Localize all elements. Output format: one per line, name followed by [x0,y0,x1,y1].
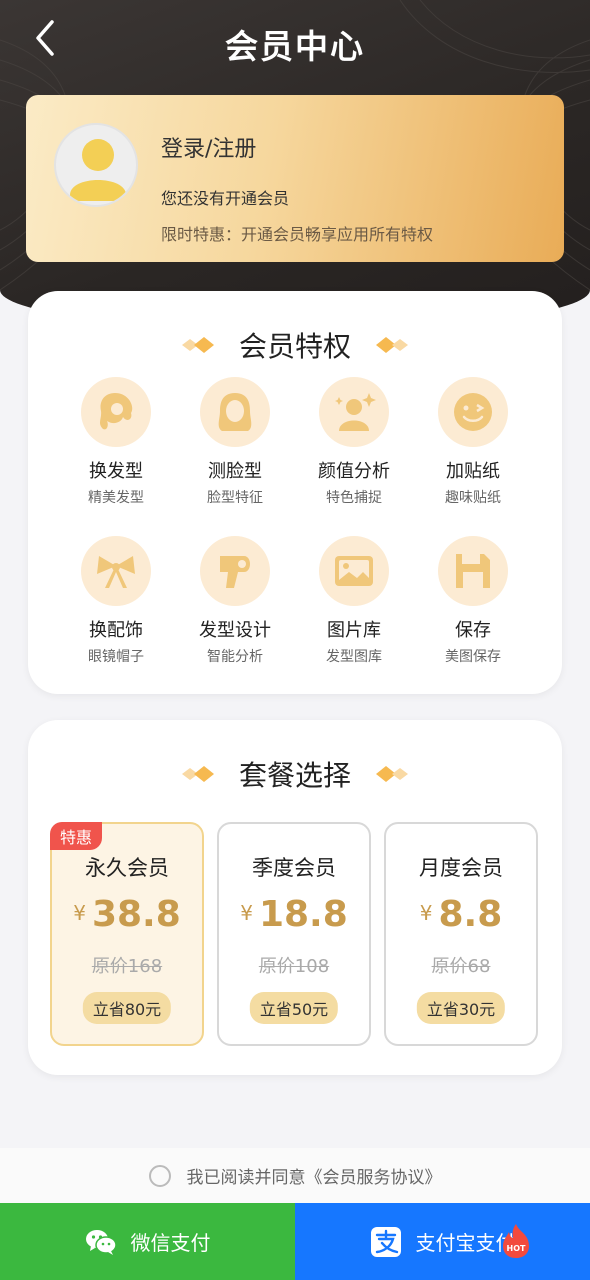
agreement-checkbox[interactable] [148,1164,171,1187]
package-monthly[interactable]: 月度会员 ¥8.8 原价68 立省30元 [384,822,538,1046]
privilege-beauty-analysis[interactable]: 颜值分析 特色捕捉 [294,377,414,507]
savings-badge: 立省30元 [416,992,506,1024]
privilege-hairstyle[interactable]: 换发型 精美发型 [56,377,176,507]
original-price: 原价68 [431,956,491,977]
svg-text:HOT: HOT [507,1244,526,1253]
diamond-deco-icon [182,766,215,782]
package-price: ¥8.8 [419,894,503,935]
wechat-pay-label: 微信支付 [130,1231,211,1255]
login-register-link[interactable]: 登录/注册 [161,131,256,163]
package-price: ¥18.8 [240,894,348,935]
privilege-save[interactable]: 保存 美图保存 [413,536,533,666]
membership-status: 您还没有开通会员 [161,189,290,208]
top-bar: 会员中心 [0,0,590,86]
alipay-button[interactable]: 支付宝支付 HOT [295,1203,590,1280]
page-title: 会员中心 [225,27,365,66]
diamond-deco-icon [375,766,408,782]
wechat-icon [85,1229,117,1255]
save-icon [456,554,490,588]
package-lifetime[interactable]: 特惠 永久会员 ¥38.8 原价168 立省80元 [50,822,204,1046]
image-icon [335,556,373,586]
privilege-hair-design[interactable]: 发型设计 智能分析 [175,536,295,666]
promo-text: 限时特惠：开通会员畅享应用所有特权 [161,225,434,244]
package-quarterly[interactable]: 季度会员 ¥18.8 原价108 立省50元 [217,822,371,1046]
hair-dryer-icon [220,556,250,588]
savings-badge: 立省50元 [249,992,339,1024]
agreement-link[interactable]: 我已阅读并同意《会员服务协议》 [187,1163,442,1188]
privilege-sticker[interactable]: 加贴纸 趣味贴纸 [413,377,533,507]
diamond-deco-icon [182,337,215,353]
packages-heading: 套餐选择 [28,754,562,794]
face-shape-icon [218,393,252,431]
hot-flame-icon: HOT [503,1224,529,1258]
beauty-analysis-icon [335,393,376,431]
privileges-card: 会员特权 换发型 精美发型 测脸型 脸型特征 颜值分析 特色捕捉 加贴纸 趣味贴… [28,291,562,694]
agreement-row: 我已阅读并同意《会员服务协议》 [0,1148,590,1203]
avatar[interactable] [54,123,138,207]
privilege-accessories[interactable]: 换配饰 眼镜帽子 [56,536,176,666]
user-icon [70,139,126,201]
savings-badge: 立省80元 [82,992,172,1024]
discount-badge: 特惠 [50,822,103,850]
user-card: 登录/注册 您还没有开通会员 限时特惠：开通会员畅享应用所有特权 [26,95,564,262]
packages-card: 套餐选择 特惠 永久会员 ¥38.8 原价168 立省80元 季度会员 ¥18.… [28,720,562,1075]
original-price: 原价108 [258,956,330,977]
privilege-face-shape[interactable]: 测脸型 脸型特征 [175,377,295,507]
original-price: 原价168 [91,956,163,977]
alipay-icon [370,1226,401,1257]
privilege-gallery[interactable]: 图片库 发型图库 [294,536,414,666]
payment-bar: 微信支付 支付宝支付 HOT [0,1203,590,1280]
package-price: ¥38.8 [73,894,181,935]
diamond-deco-icon [375,337,408,353]
hairstyle-icon [99,393,133,430]
sticker-icon [454,393,492,431]
bow-icon [97,556,135,588]
privileges-heading: 会员特权 [28,325,562,365]
wechat-pay-button[interactable]: 微信支付 [0,1203,295,1280]
